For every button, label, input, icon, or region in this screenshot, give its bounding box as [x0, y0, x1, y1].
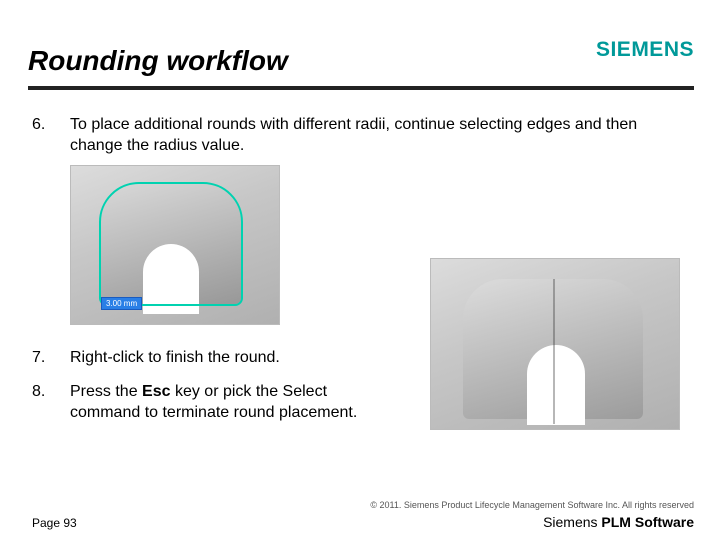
slide-title: Rounding workflow	[28, 45, 288, 77]
step-8: 8. Press the Esc key or pick the Select …	[32, 382, 372, 424]
step-number: 8.	[32, 382, 70, 403]
brand-bold: PLM Software	[601, 514, 694, 530]
siemens-logo: SIEMENS	[596, 38, 694, 62]
step-number: 6.	[32, 115, 70, 136]
part-slot	[527, 345, 585, 425]
step-text: To place additional rounds with differen…	[70, 115, 694, 157]
part-seam	[553, 279, 555, 424]
step8-pre: Press the	[70, 383, 142, 400]
step8-bold: Esc	[142, 383, 170, 400]
slide-header: Rounding workflow SIEMENS	[0, 0, 720, 92]
page-number: Page 93	[32, 516, 77, 530]
brand-footer: Siemens PLM Software	[543, 514, 694, 530]
step-6: 6. To place additional rounds with diffe…	[32, 115, 694, 157]
step-text: Right-click to finish the round.	[70, 348, 372, 369]
step-text: Press the Esc key or pick the Select com…	[70, 382, 372, 424]
slide-footer: © 2011. Siemens Product Lifecycle Manage…	[32, 500, 694, 530]
cad-figure-highlighted: 3.00 mm	[70, 165, 280, 325]
brand-prefix: Siemens	[543, 514, 601, 530]
part-slot	[143, 244, 199, 314]
header-divider	[28, 86, 694, 90]
step-7: 7. Right-click to finish the round.	[32, 348, 372, 369]
dimension-label: 3.00 mm	[101, 297, 142, 310]
step-number: 7.	[32, 348, 70, 369]
cad-figure-result	[430, 258, 680, 430]
footer-row: Page 93 Siemens PLM Software	[32, 514, 694, 530]
copyright-text: © 2011. Siemens Product Lifecycle Manage…	[32, 500, 694, 510]
